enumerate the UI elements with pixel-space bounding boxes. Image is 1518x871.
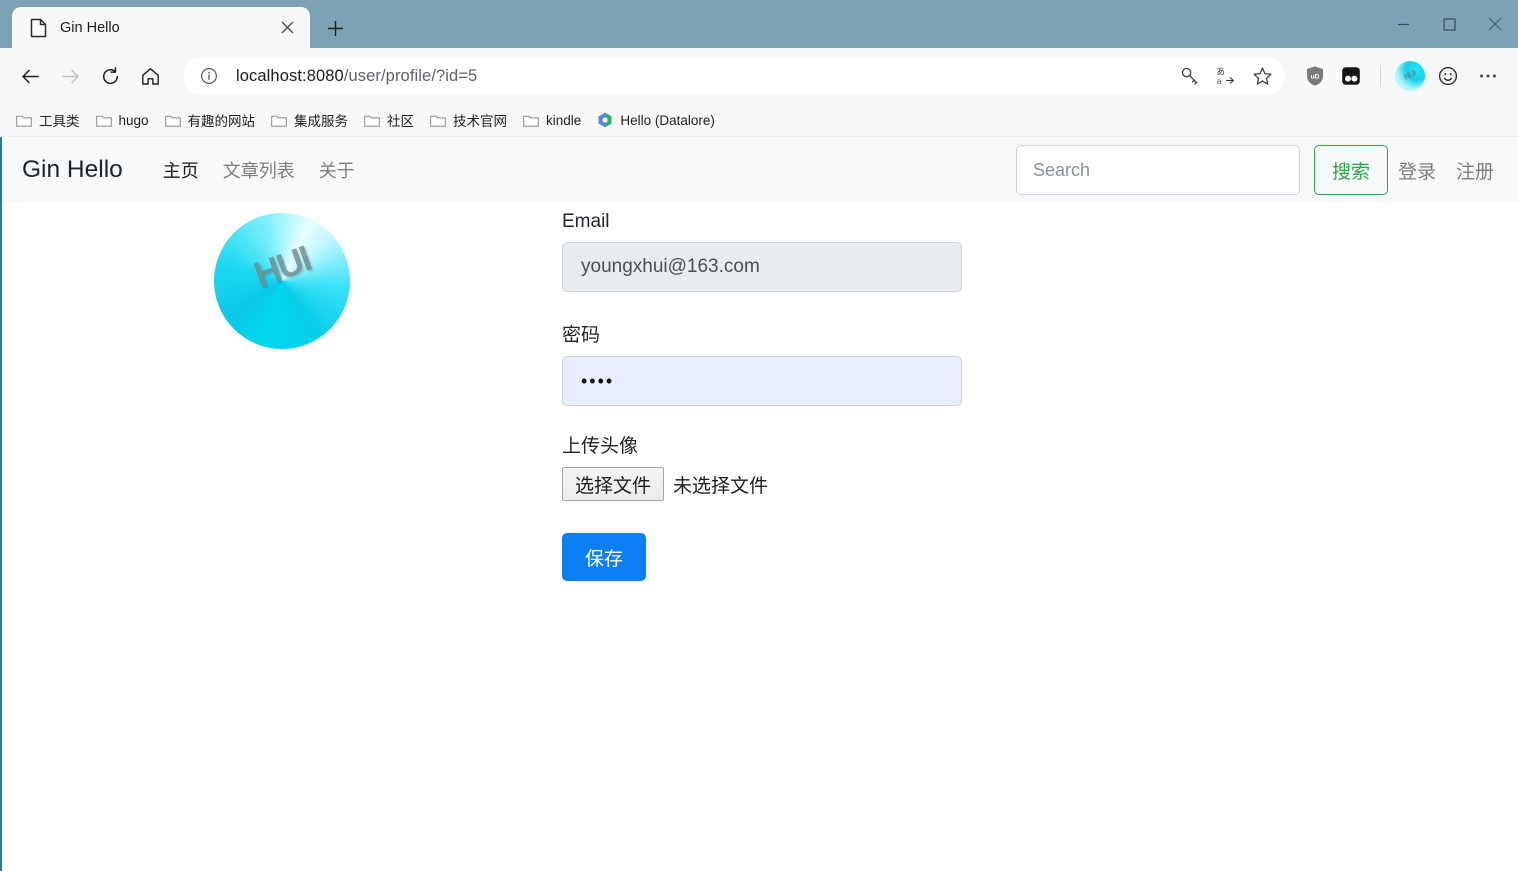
bookmark-label: 社区	[387, 110, 414, 130]
folder-icon	[430, 114, 446, 127]
profile-content: HUI Email 密码 上传头像	[2, 203, 1518, 581]
profile-row: HUI Email 密码 上传头像	[2, 207, 1518, 581]
nav-link-home[interactable]: 主页	[151, 149, 211, 191]
datalore-icon	[597, 112, 613, 128]
folder-icon	[271, 114, 287, 127]
url-host: localhost:8080	[236, 67, 344, 85]
profile-avatar[interactable]: HUI	[214, 213, 350, 349]
browser-window: Gin Hello	[0, 0, 1518, 871]
browser-toolbar: localhost:8080/user/profile/?id=5 あ a	[0, 48, 1518, 104]
bookmark-label: kindle	[546, 113, 581, 128]
maximize-button[interactable]	[1426, 0, 1472, 48]
email-label: Email	[562, 211, 1518, 233]
reload-icon[interactable]	[90, 56, 130, 96]
page-icon	[30, 18, 47, 38]
bookmark-item[interactable]: Hello (Datalore)	[589, 107, 723, 133]
home-icon[interactable]	[130, 56, 170, 96]
folder-icon	[165, 114, 181, 127]
bookmark-label: 工具类	[39, 110, 80, 130]
title-bar: Gin Hello	[0, 0, 1518, 48]
save-button[interactable]: 保存	[562, 533, 646, 581]
url-path: /user/profile/?id=5	[344, 67, 478, 85]
translate-icon[interactable]: あ a	[1209, 60, 1243, 92]
bookmarks-bar: 工具类 hugo 有趣的网站 集成服务 社区	[0, 104, 1518, 137]
register-link[interactable]: 注册	[1446, 149, 1498, 192]
site-brand[interactable]: Gin Hello	[22, 156, 123, 184]
upload-label: 上传头像	[562, 431, 1518, 458]
browser-tab[interactable]: Gin Hello	[12, 7, 310, 48]
bookmark-item[interactable]: 集成服务	[263, 107, 356, 133]
ublock-shield-icon[interactable]: uD	[1297, 58, 1333, 94]
close-window-button[interactable]	[1472, 0, 1518, 48]
selected-file-name: 未选择文件	[673, 471, 768, 498]
omnibox-actions: あ a	[1173, 60, 1279, 92]
bookmark-item[interactable]: hugo	[88, 107, 157, 133]
bookmark-item[interactable]: kindle	[515, 107, 589, 133]
bookmark-item[interactable]: 技术官网	[422, 107, 515, 133]
nav-link-about[interactable]: 关于	[307, 149, 367, 191]
folder-icon	[364, 114, 380, 127]
address-bar[interactable]: localhost:8080/user/profile/?id=5 あ a	[184, 57, 1285, 95]
search-button[interactable]: 搜索	[1314, 145, 1388, 195]
dark-reader-icon[interactable]	[1333, 58, 1369, 94]
email-field[interactable]	[562, 242, 962, 292]
close-tab-icon[interactable]	[274, 15, 300, 41]
file-input-row[interactable]: 选择文件 未选择文件	[562, 467, 1518, 501]
spacer	[562, 406, 1518, 431]
bookmark-label: hugo	[119, 113, 149, 128]
bookmark-item[interactable]: 社区	[356, 107, 422, 133]
search-input[interactable]	[1016, 145, 1300, 195]
password-field[interactable]	[562, 356, 962, 406]
bookmark-label: 集成服务	[294, 110, 348, 130]
folder-icon	[16, 114, 32, 127]
bookmark-label: Hello (Datalore)	[620, 113, 715, 128]
avatar: HUI	[1395, 61, 1425, 91]
new-tab-button[interactable]	[320, 13, 350, 43]
upload-group: 上传头像 选择文件 未选择文件	[562, 431, 1518, 501]
url-text: localhost:8080/user/profile/?id=5	[236, 67, 1173, 86]
minimize-button[interactable]	[1380, 0, 1426, 48]
tab-title: Gin Hello	[60, 20, 274, 36]
spacer	[562, 292, 1518, 320]
avatar-initials: HUI	[1403, 68, 1418, 81]
bookmark-item[interactable]: 工具类	[8, 107, 88, 133]
avatar-column: HUI	[2, 207, 562, 349]
bookmark-label: 有趣的网站	[188, 110, 256, 130]
bookmark-label: 技术官网	[453, 110, 507, 130]
window-controls	[1380, 0, 1518, 48]
folder-icon	[523, 114, 539, 127]
login-link[interactable]: 登录	[1388, 149, 1446, 192]
profile-form: Email 密码 上传头像 选择文件 未选择文件	[562, 207, 1518, 581]
toolbar-divider	[1380, 65, 1381, 87]
navbar-right: 搜索 登录 注册	[1016, 145, 1498, 195]
nav-link-articles[interactable]: 文章列表	[211, 149, 307, 191]
password-label: 密码	[562, 320, 1518, 347]
key-icon[interactable]	[1173, 60, 1207, 92]
svg-text:uD: uD	[1311, 74, 1320, 81]
favorite-star-icon[interactable]	[1245, 60, 1279, 92]
svg-text:a: a	[1217, 76, 1222, 86]
choose-file-button[interactable]: 选择文件	[562, 467, 664, 501]
forward-arrow-icon	[50, 56, 90, 96]
avatar-initials: HUI	[249, 238, 316, 297]
password-group: 密码	[562, 320, 1518, 406]
folder-icon	[96, 114, 112, 127]
ellipsis-icon[interactable]	[1468, 56, 1508, 96]
bookmark-item[interactable]: 有趣的网站	[157, 107, 264, 133]
email-group: Email	[562, 211, 1518, 292]
smiley-icon[interactable]	[1428, 56, 1468, 96]
site-navbar: Gin Hello 主页 文章列表 关于 搜索 登录 注册	[2, 137, 1518, 203]
user-avatar-icon[interactable]: HUI	[1392, 58, 1428, 94]
info-circle-icon[interactable]	[198, 65, 220, 87]
site-nav-links: 主页 文章列表 关于	[151, 149, 367, 191]
page-viewport: Gin Hello 主页 文章列表 关于 搜索 登录 注册 HUI	[0, 137, 1518, 871]
back-arrow-icon[interactable]	[10, 56, 50, 96]
